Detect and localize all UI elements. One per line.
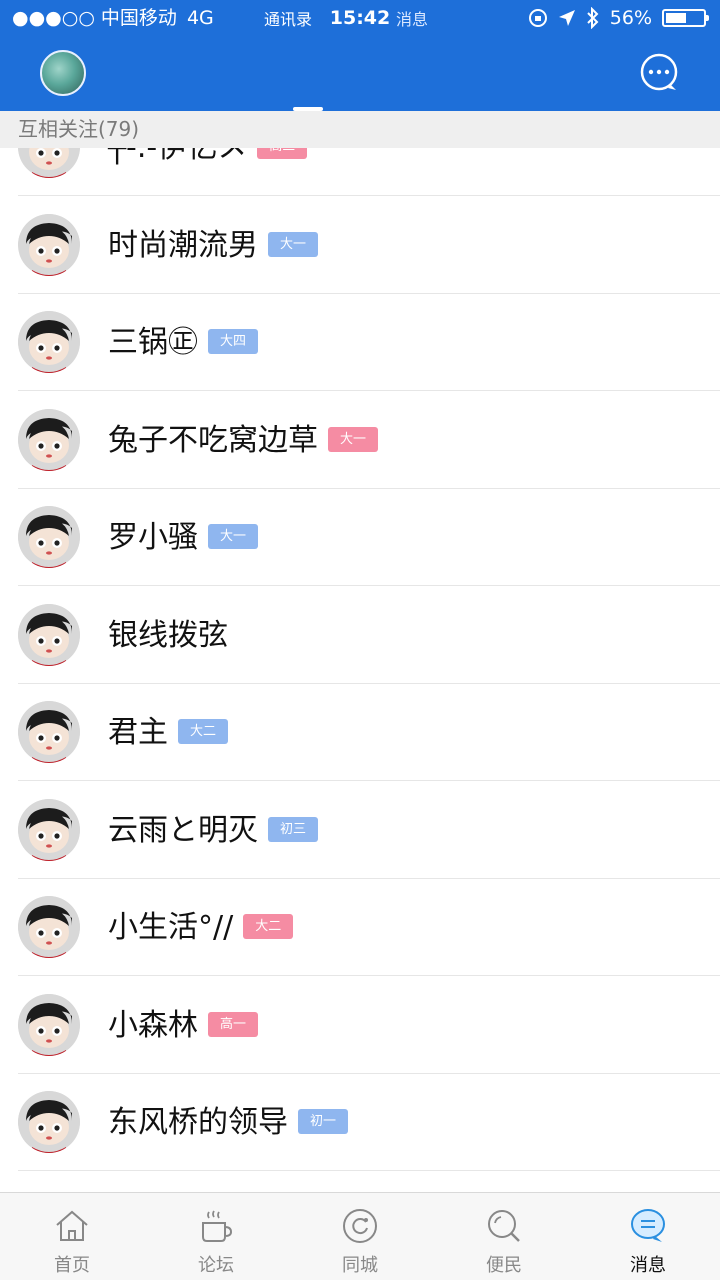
tabbar-label: 便民 [486,1255,522,1276]
contact-row[interactable]: 兔子不吃窝边草 大一 [0,392,720,489]
contact-row[interactable]: 三锅㊣ 大四 [0,294,720,391]
chat-more-icon[interactable] [638,52,680,94]
contact-avatar [18,993,80,1056]
section-header-mutual-follow: 互相关注(79) [0,111,720,148]
contact-name: 银线拨弦 [108,616,228,656]
contact-avatar [18,603,80,666]
home-icon [56,1210,88,1241]
grade-badge: 大二 [178,719,229,744]
contact-avatar [18,213,80,276]
contact-name-text: 三锅㊣ [108,325,198,360]
contact-name-text: 银线拨弦 [108,617,228,653]
orientation-lock-icon [528,9,547,27]
contact-row[interactable]: 东风桥的领导 初一 [0,1074,720,1171]
grade-badge: 高三 [257,148,308,159]
grade-badge: 初三 [268,816,319,842]
refresh-circle-icon [343,1209,377,1243]
contact-name: 君主 大二 [108,713,229,753]
contact-row[interactable]: ┿-.-伊忆メ高三 [0,148,720,196]
contact-row[interactable]: 君主 大二 [0,684,720,781]
magnifier-icon [488,1210,520,1242]
grade-badge: 大二 [243,914,294,939]
top-bar: ●●●○○ 中国移动 4G 15:42 56% 通讯录 消息 [0,0,720,111]
contact-avatar [18,896,80,958]
contact-avatar [18,1091,80,1153]
tabbar-label: 同城 [342,1255,378,1276]
coffee-cup-icon [202,1210,233,1242]
grade-badge: 大一 [268,231,319,257]
tabbar-item-services[interactable]: 便民 [432,1193,576,1281]
contact-row[interactable]: 时尚潮流男 大一 [0,197,720,294]
contact-name: 云雨と明灭 初三 [108,811,319,851]
tab-contacts[interactable]: 通讯录 [264,6,312,30]
status-bar: ●●●○○ 中国移动 4G 15:42 56% [0,0,720,36]
my-avatar[interactable] [40,50,86,96]
grade-badge: 大一 [208,524,259,549]
contact-avatar [18,311,80,373]
contact-name-text: 时尚潮流男 [108,227,258,263]
contact-name: 小森林 高一 [108,1006,259,1046]
tabbar-item-city[interactable]: 同城 [288,1193,432,1281]
contact-avatar [18,408,80,471]
tabbar-item-forum[interactable]: 论坛 [144,1193,288,1281]
contact-name-text: 东风桥的领导 [108,1105,288,1140]
tabbar-item-messages[interactable]: 消息 [576,1193,720,1281]
contact-row[interactable]: 云雨と明灭 初三 [0,782,720,879]
contact-row[interactable]: 小森林 高一 [0,977,720,1074]
tabbar-label: 消息 [630,1255,666,1276]
contact-avatar [18,798,80,861]
contact-avatar [18,148,80,178]
tabbar-label: 首页 [54,1255,90,1276]
contact-name-text: 小生活°// [108,910,234,945]
grade-badge: 高一 [208,1011,259,1037]
contact-name: ┿-.-伊忆メ高三 [108,148,308,168]
tabbar-label: 论坛 [198,1255,234,1276]
contact-name-text: 罗小骚 [108,520,198,555]
chat-bubble-icon [631,1209,665,1242]
contact-name: 兔子不吃窝边草 大一 [108,421,379,461]
contact-name: 东风桥的领导 初一 [108,1103,349,1143]
contact-name-text: ┿-.-伊忆メ [108,148,247,165]
contact-name: 三锅㊣ 大四 [108,323,259,363]
grade-badge: 初一 [298,1109,349,1134]
contact-name-text: 君主 [108,715,168,750]
battery-percent: 56% [609,7,652,29]
status-right: 56% [528,0,709,36]
bottom-tab-bar: 首页 论坛 同城 便民 消息 [0,1192,720,1280]
contact-name: 小生活°// 大二 [108,908,294,948]
contact-avatar [18,701,80,763]
contact-name-text: 兔子不吃窝边草 [108,422,318,458]
contact-row[interactable]: 银线拨弦 [0,587,720,684]
contact-list: ┿-.-伊忆メ高三时尚潮流男大一三锅㊣大四兔子不吃窝边草大一罗小骚大一银线拨弦君… [0,148,720,1192]
grade-badge: 大四 [208,329,259,354]
battery-icon [662,9,709,27]
contact-row[interactable]: 罗小骚 大一 [0,489,720,586]
row-divider [18,1170,720,1171]
contact-avatar [18,506,80,568]
tab-messages[interactable]: 消息 [396,6,428,30]
bluetooth-icon [587,7,599,29]
contact-name-text: 小森林 [108,1007,198,1043]
location-arrow-icon [558,10,575,26]
contact-name: 罗小骚 大一 [108,518,259,558]
tabbar-item-home[interactable]: 首页 [0,1193,144,1281]
contact-name-text: 云雨と明灭 [108,812,258,848]
contact-name: 时尚潮流男 大一 [108,226,319,266]
contact-row[interactable]: 小生活°// 大二 [0,879,720,976]
grade-badge: 大一 [328,426,379,452]
